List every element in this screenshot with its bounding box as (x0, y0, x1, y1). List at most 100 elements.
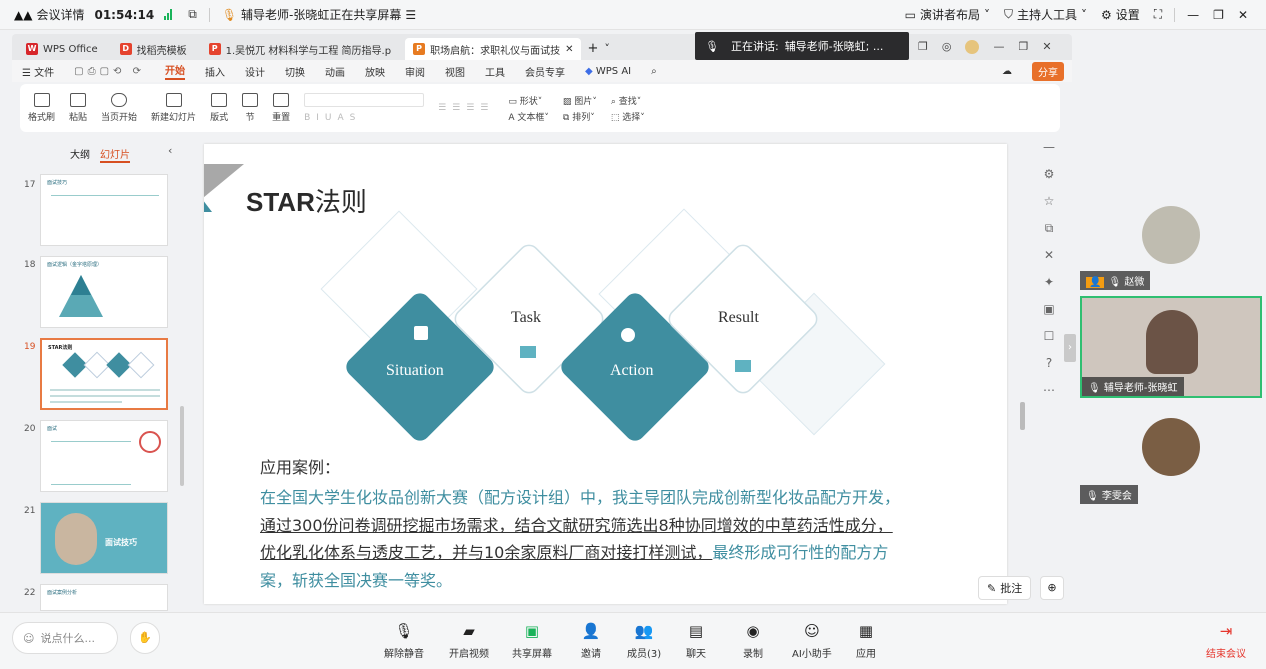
reset-icon (273, 93, 290, 107)
slide-scrollbar[interactable] (1020, 402, 1025, 430)
chevron-down-icon[interactable]: ˅ (604, 42, 610, 55)
copy-icon[interactable]: ⧉ (1032, 221, 1066, 248)
minimize-icon[interactable]: — (993, 40, 1004, 54)
tab-resume-pdf[interactable]: P 1.吴悦兀 材料科学与工程 简历指导.p (200, 38, 400, 60)
menu-file[interactable]: ☰ 文件 (22, 64, 54, 79)
slide-thumbnail[interactable]: 面试逻辑（金字塔原理） (40, 256, 168, 328)
transform-icon[interactable]: ✕ (1032, 248, 1066, 275)
menu-transition[interactable]: 切换 (285, 64, 305, 79)
more-icon[interactable]: ⋯ (1032, 383, 1066, 410)
chat-button[interactable]: ▤ 聊天 (686, 622, 706, 660)
action-label: Action (610, 362, 654, 379)
picture-controls: ▨ 图片˅ ⧉ 排列˅ (563, 94, 597, 123)
play-current-button[interactable]: 当页开始 (101, 93, 137, 123)
meeting-detail-button[interactable]: ▲▲ 会议详情 (14, 6, 84, 23)
menu-animation[interactable]: 动画 (325, 64, 345, 79)
chat-input[interactable]: ☺ 说点什么... (12, 622, 118, 654)
close-icon[interactable]: ✕ (1042, 40, 1051, 54)
menu-member[interactable]: 会员专享 (525, 64, 565, 79)
zoom-in-icon[interactable]: ⊕ (1040, 576, 1064, 600)
font-select[interactable] (304, 93, 425, 107)
menu-view[interactable]: 视图 (445, 64, 465, 79)
menu-design[interactable]: 设计 (245, 64, 265, 79)
wps-ai-button[interactable]: ◆ WPS AI (585, 66, 631, 77)
shape-button[interactable]: ▭ 形状˅ (508, 94, 542, 107)
share-screen-button[interactable]: ▣ 共享屏幕 (512, 622, 552, 660)
participant-video-active[interactable]: 🎙 辅导老师-张晓虹 (1080, 296, 1262, 398)
book-icon[interactable]: ☐ (1032, 329, 1066, 356)
menu-tools[interactable]: 工具 (485, 64, 505, 79)
tab-wps-office[interactable]: W WPS Office (18, 38, 106, 60)
new-slide-button[interactable]: 新建幻灯片 (151, 93, 196, 123)
participant-tile[interactable]: 🎙 李雯会 (1080, 404, 1262, 504)
raise-hand-icon[interactable]: ✋ (130, 622, 160, 654)
members-button[interactable]: 👥 成员(3) (627, 622, 661, 660)
start-video-button[interactable]: ▰ 开启视频 (449, 622, 489, 660)
tab-presentation[interactable]: P 职场启航：求职礼仪与面试技 ✕ (405, 38, 582, 60)
menu-insert[interactable]: 插入 (205, 64, 225, 79)
tab-template[interactable]: D 找稻壳模板 (111, 38, 195, 60)
reset-button[interactable]: 重置 (272, 93, 290, 123)
invite-button[interactable]: 👤 邀请 (581, 622, 601, 660)
add-user-icon: 👤 (581, 622, 601, 640)
pane-scrollbar[interactable] (180, 406, 184, 486)
font-controls: BIUAS (304, 93, 425, 123)
section-dropdown[interactable]: 节 (242, 93, 259, 123)
select-button[interactable]: ⬚ 选择˅ (611, 110, 645, 123)
wps-ai-label: WPS AI (595, 65, 632, 77)
skin-icon[interactable]: ◎ (942, 40, 952, 54)
end-meeting-button[interactable]: ⇥ 结束会议 (1206, 622, 1246, 660)
arrange-button[interactable]: ⧉ 排列˅ (563, 110, 595, 123)
ai-assistant-button[interactable]: ☺ AI小助手 (792, 622, 832, 660)
tab-slides[interactable]: 幻灯片 (100, 146, 130, 163)
tab-outline[interactable]: 大纲 (70, 146, 90, 163)
record-button[interactable]: ◉ 录制 (743, 622, 763, 660)
menu-slideshow[interactable]: 放映 (365, 64, 385, 79)
star-icon[interactable]: ☆ (1032, 194, 1066, 221)
quick-toolbar[interactable]: ▢⎙▢⟲ ⟳ (74, 66, 145, 77)
paste-button[interactable]: 粘贴 (69, 93, 87, 123)
menu-review[interactable]: 审阅 (405, 64, 425, 79)
slide-thumbnail[interactable]: 面试 (40, 420, 168, 492)
layout-dropdown[interactable]: 版式 (210, 93, 228, 123)
slide-thumbnail[interactable]: 面试技巧 (40, 502, 168, 574)
popout-icon[interactable]: ⧉ (188, 7, 197, 22)
textbox-button[interactable]: A 文本框˅ (508, 110, 549, 123)
share-button[interactable]: 分享 (1032, 61, 1064, 81)
search-icon[interactable]: ⌕ (651, 66, 657, 77)
settings-button[interactable]: ⚙ 设置 (1101, 6, 1140, 23)
picture-button[interactable]: ▨ 图片˅ (563, 94, 597, 107)
avatar[interactable] (965, 40, 980, 54)
minus-icon[interactable]: — (1032, 140, 1066, 167)
slide-thumbnail[interactable]: 面试案例分析 (40, 584, 168, 611)
layout-button[interactable]: ▭ 演讲者布局 ˅ (905, 6, 990, 23)
format-painter-button[interactable]: 格式刷 (28, 93, 55, 123)
apps-button[interactable]: ▦ 应用 (856, 622, 876, 660)
help-icon[interactable]: ? (1032, 356, 1066, 383)
fullscreen-icon[interactable]: ⛶ (1154, 7, 1162, 22)
slide-thumbnail-active[interactable]: STAR法则 (40, 338, 168, 410)
magic-icon[interactable]: ✦ (1032, 275, 1066, 302)
restore-icon[interactable]: ❐ (1018, 40, 1028, 54)
close-tab-icon[interactable]: ✕ (565, 44, 573, 55)
participant-tile[interactable]: 👤 🎙 赵微 (1080, 190, 1262, 290)
image-icon[interactable]: ▣ (1032, 302, 1066, 329)
cloud-icon[interactable]: ☁ (1002, 66, 1012, 77)
slide-thumbnail[interactable]: 面试技巧 (40, 174, 168, 246)
minimize-icon[interactable]: — (1187, 8, 1199, 22)
sliders-icon[interactable]: ⚙ (1032, 167, 1066, 194)
annotate-button[interactable]: ✎ 批注 (978, 576, 1032, 600)
menu-home[interactable]: 开始 (165, 62, 185, 80)
expand-panel-icon[interactable]: › (1064, 334, 1076, 362)
template-icon: D (119, 43, 132, 55)
unmute-button[interactable]: 🎙 解除静音 (384, 622, 424, 660)
new-tab-icon[interactable]: + (587, 41, 598, 56)
close-icon[interactable]: ✕ (1238, 8, 1248, 22)
restore-icon[interactable]: ❐ (1213, 8, 1224, 22)
window-icon[interactable]: ❐ (918, 40, 928, 54)
host-tools-button[interactable]: ⛉ 主持人工具 ˅ (1004, 6, 1087, 23)
collapse-pane-icon[interactable]: ‹ (168, 144, 172, 157)
settings-label: 设置 (1115, 8, 1140, 22)
find-button[interactable]: ⌕ 查找˅ (611, 94, 641, 107)
sharing-menu-icon[interactable]: ☰ (405, 8, 416, 22)
